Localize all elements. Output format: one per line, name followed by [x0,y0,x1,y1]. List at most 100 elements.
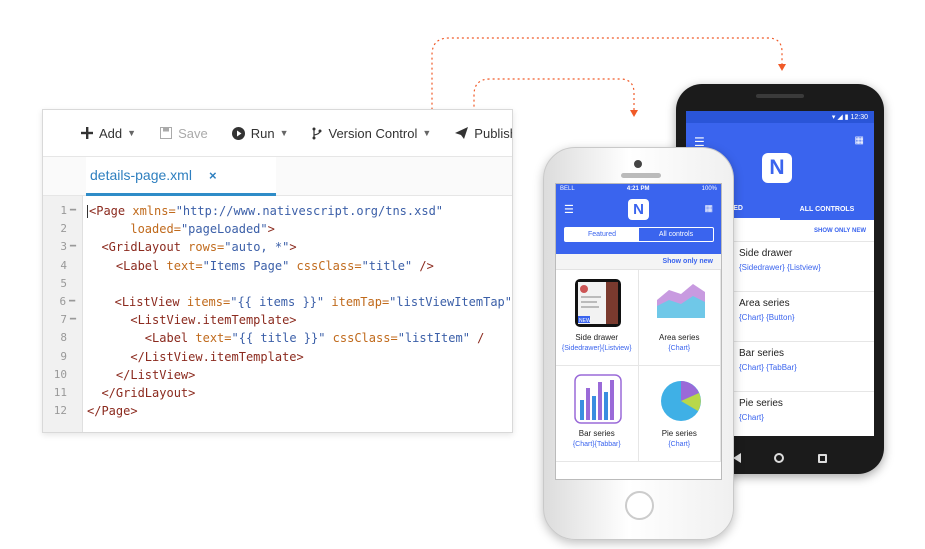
code-line: 4 <Label text="Items Page" cssClass="tit… [43,257,512,275]
line-number: 4 [60,258,67,272]
signal-icon: ▾ ◢ ▮ [831,114,851,121]
iphone-screen: BELL 4:21 PM 100% ☰ ▦ N Featured All con… [555,183,722,480]
save-button[interactable]: Save [160,126,208,141]
pie-chart-thumbnail [660,381,701,421]
area-chart-thumbnail [656,284,705,318]
side-drawer-thumbnail: NEW [575,279,621,327]
item-name: Side drawer [739,248,793,259]
tab-details-page[interactable]: details-page.xml × [86,157,276,196]
item-tags: {Sidedrawer} {Listview} [739,263,821,272]
bar-chart-thumbnail [574,374,622,424]
chevron-down-icon: ▼ [279,128,289,138]
code-line: 3 ━ <GridLayout rows="auto, *"> [43,238,512,256]
play-icon [231,126,245,140]
close-icon[interactable]: × [209,168,217,183]
carrier: BELL [560,186,575,192]
chevron-down-icon: ▼ [127,128,137,138]
code-line: 8 <Label text="{{ title }}" cssClass="li… [43,329,512,347]
grid-cell-pie-series[interactable]: Pie series {Chart} [638,366,721,462]
file-tab-bar: details-page.xml × [43,156,512,196]
cell-tags: {Chart} [668,441,691,448]
item-tags: {Chart} [739,413,764,422]
save-label: Save [178,125,208,141]
android-status-bar: ▾ ◢ ▮ 12:30 [686,111,874,123]
back-icon[interactable] [732,453,741,463]
grid-cell-side-drawer[interactable]: NEW Side drawer {Sidedrawer}{Listview} [556,270,639,366]
cell-tags: {Sidedrawer}{Listview} [561,345,632,352]
item-name: Pie series [739,398,783,409]
item-tags: {Chart} {TabBar} [739,363,797,372]
line-number: 6 [59,294,67,308]
cell-tags: {Chart}{Tabbar} [572,441,621,448]
nativescript-logo: N [628,199,649,220]
add-label: Add [99,125,123,141]
segmented-control: Featured All controls [564,227,714,242]
item-name: Area series [739,298,790,309]
code-line: 1 ━ <Page xmlns="http://www.nativescript.o… [43,202,512,220]
hamburger-icon[interactable]: ☰ [564,203,574,216]
cell-name: Area series [659,333,700,342]
grid-cell-area-series[interactable]: Area series {Chart} [638,270,721,366]
code-line: 2 loaded="pageLoaded"> [43,220,512,238]
speaker [621,173,661,178]
segment-all-controls[interactable]: All controls [639,228,713,241]
item-name: Bar series [739,348,785,359]
fold-icon[interactable]: ━ [67,311,83,329]
text-cursor [87,205,88,218]
cell-name: Side drawer [575,333,619,342]
line-number: 2 [60,222,67,236]
paper-plane-icon [455,127,469,139]
fold-icon[interactable]: ━ [66,293,82,311]
publish-label: Publish [474,125,513,141]
fold-icon[interactable]: ━ [67,202,83,220]
code-line: 11 </GridLayout> [43,384,512,402]
grid-cell-bar-series[interactable]: Bar series {Chart}{Tabbar} [556,366,639,462]
tab-label: details-page.xml [90,167,192,183]
line-number: 8 [60,331,67,345]
chevron-down-icon: ▼ [422,128,432,138]
grid-icon[interactable]: ▦ [704,203,713,214]
cell-name: Pie series [661,429,697,438]
line-number: 1 [60,204,67,217]
recent-apps-icon[interactable] [818,453,828,463]
iphone: BELL 4:21 PM 100% ☰ ▦ N Featured All con… [543,147,734,540]
nativescript-logo: N [762,153,792,183]
cell-tags: {Chart} [668,345,691,352]
version-control-button[interactable]: Version Control ▼ [312,126,431,141]
run-label: Run [250,125,275,141]
code-line: 9 </ListView.itemTemplate> [43,348,512,366]
new-badge: NEW [579,318,591,324]
fold-icon[interactable]: ━ [67,238,83,256]
home-icon[interactable] [774,453,785,463]
camera [634,160,642,168]
line-number: 5 [60,276,67,290]
controls-grid: NEW Side drawer {Sidedrawer}{Listview} A… [556,270,721,462]
line-number: 3 [60,240,67,254]
code-area[interactable]: 1 ━ <Page xmlns="http://www.nativescript.o… [43,202,512,420]
code-line: 6 ━ <ListView items="{{ items }}" itemTap… [43,293,512,311]
version-control-label: Version Control [328,125,418,141]
editor-toolbar: Add ▼ Save Run ▼ Version Control ▼ Publi… [43,110,512,156]
item-tags: {Chart} {Button} [739,313,795,322]
battery: 100% [701,186,717,192]
code-line: 7 ━ <ListView.itemTemplate> [43,311,512,329]
android-time: 12:30 [850,113,868,121]
code-line: 10 </ListView> [43,366,512,384]
save-icon [160,127,173,139]
code-line: 12 </Page> [43,402,512,420]
run-button[interactable]: Run ▼ [231,125,289,141]
code-editor-panel: Add ▼ Save Run ▼ Version Control ▼ Publi… [42,109,513,433]
add-button[interactable]: Add ▼ [81,126,136,141]
home-button[interactable] [625,491,654,520]
grid-icon[interactable]: ▦ [855,135,864,146]
ios-time: 4:21 PM [626,186,650,192]
line-number: 9 [60,349,67,363]
line-number: 10 [53,367,67,381]
ios-header: ☰ ▦ N Featured All controls [556,194,721,254]
show-only-new-toggle[interactable]: Show only new [556,254,721,270]
tab-all-controls[interactable]: ALL CONTROLS [780,198,874,220]
line-number: 12 [53,404,67,418]
segment-featured[interactable]: Featured [565,228,639,241]
speaker-grille [756,94,804,98]
publish-button[interactable]: Publish [455,125,513,141]
